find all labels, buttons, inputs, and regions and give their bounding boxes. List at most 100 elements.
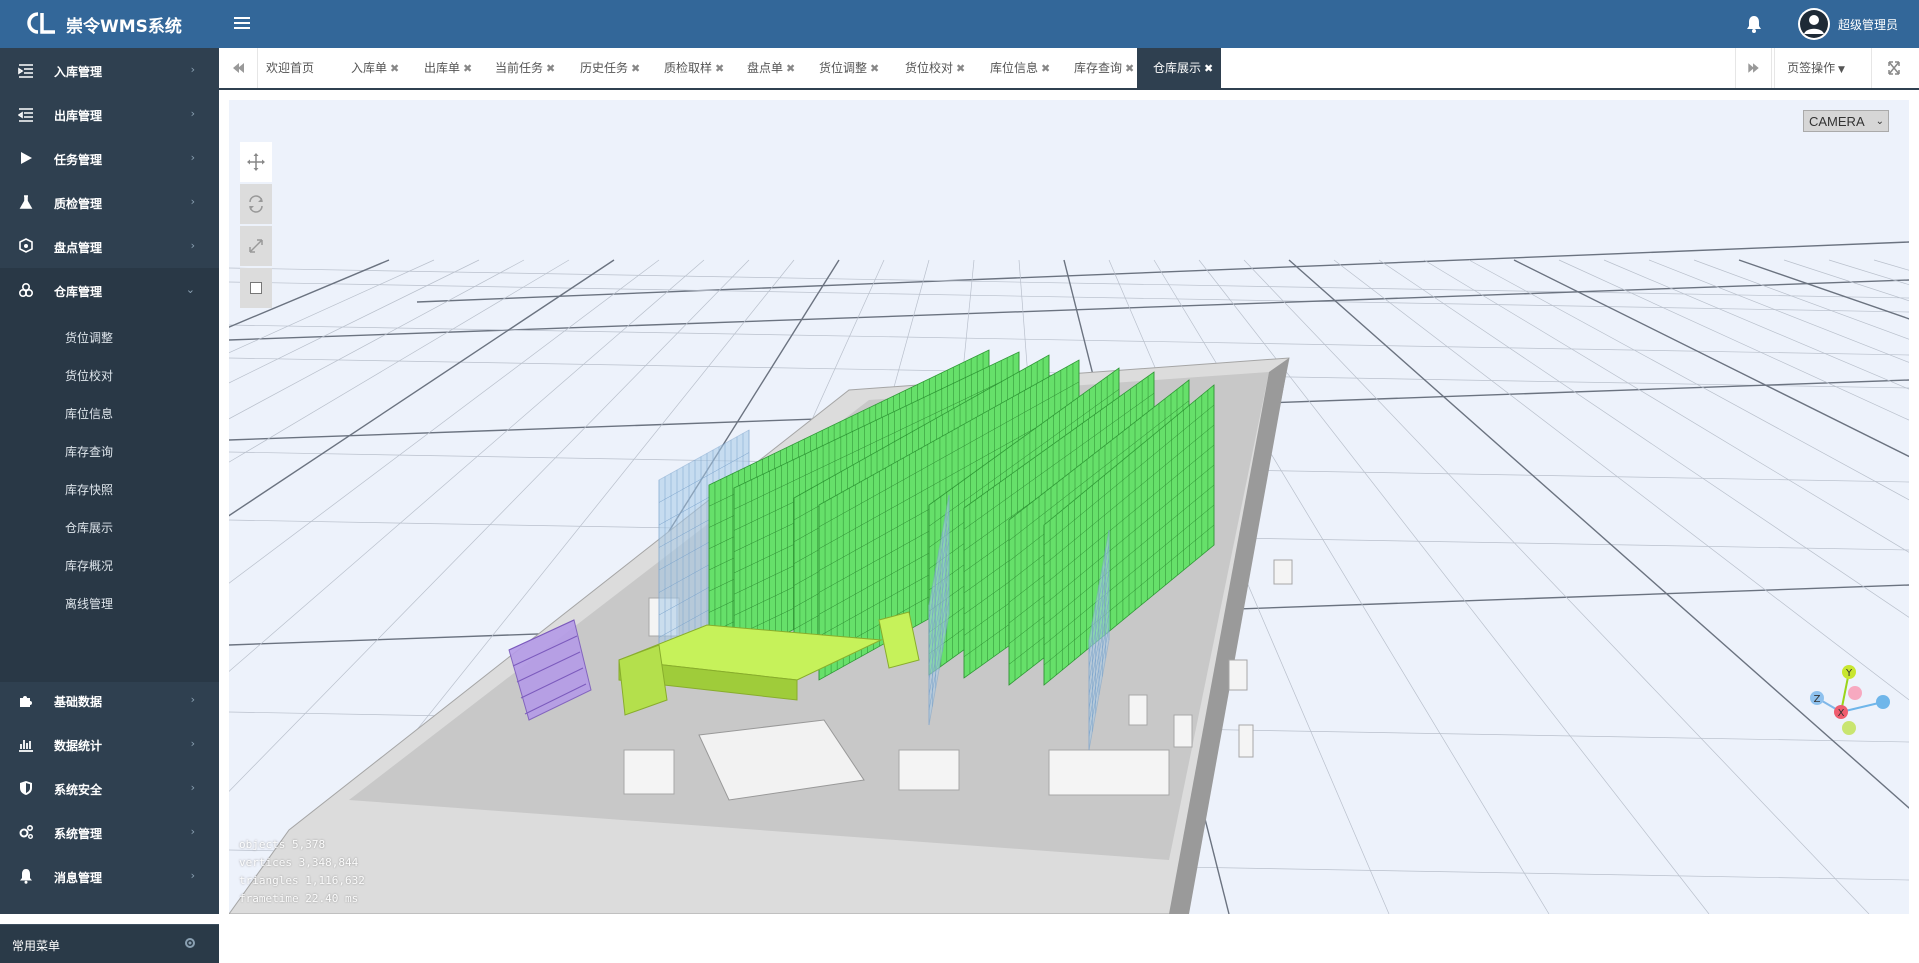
grid-line: [1738, 259, 1909, 320]
sidebar-item-4[interactable]: 质检管理 ›: [0, 180, 219, 224]
block: [1128, 694, 1148, 726]
chevron-down-icon: ⌄: [185, 283, 195, 296]
tab-5[interactable]: 质检取样 ✖: [664, 48, 724, 88]
warehouse-scene[interactable]: Y Z X: [229, 100, 1909, 914]
rotate-tool-button[interactable]: [240, 184, 272, 224]
expand-icon: [1888, 61, 1900, 75]
submenu-item-4[interactable]: 库存查询: [65, 443, 113, 460]
tab-2[interactable]: 出库单 ✖: [424, 48, 472, 88]
tab-scroll-right-button[interactable]: [1735, 48, 1775, 88]
chevron-right-icon: ›: [190, 869, 195, 882]
sidebar-item-label: 入库管理: [54, 65, 103, 79]
tab-label: 仓库展示: [1153, 61, 1202, 75]
user-avatar[interactable]: [1798, 8, 1830, 40]
submenu-item-5[interactable]: 库存快照: [65, 481, 113, 498]
tab-label: 盘点单: [747, 61, 784, 75]
favorites-bar[interactable]: 常用菜单: [0, 924, 219, 963]
move-tool-button[interactable]: [240, 142, 272, 182]
sidebar-item-8[interactable]: 数据统计 ›: [0, 722, 219, 766]
shield-icon: [20, 781, 32, 795]
local-space-toggle[interactable]: [240, 268, 272, 308]
axis-handle: [1876, 695, 1890, 709]
top-header: 崇令WMS系统 超级管理员: [0, 0, 1919, 48]
puzzle-icon: [20, 696, 32, 707]
brand: 崇令WMS系统: [0, 0, 219, 48]
submenu-item-2[interactable]: 货位校对: [65, 367, 113, 384]
close-icon[interactable]: ✖: [631, 62, 640, 75]
tab-10[interactable]: 库存查询 ✖: [1074, 48, 1134, 88]
close-icon[interactable]: ✖: [463, 62, 472, 75]
tab-label: 当前任务: [495, 61, 544, 75]
tab-home[interactable]: 欢迎首页: [266, 48, 314, 88]
submenu-item-3[interactable]: 库位信息: [65, 405, 113, 422]
tab-label: 库存查询: [1074, 61, 1123, 75]
sidebar-item-10[interactable]: 系统管理 ›: [0, 810, 219, 854]
submenu-item-1[interactable]: 货位调整: [65, 329, 113, 346]
tab-8[interactable]: 货位校对 ✖: [905, 48, 965, 88]
sidebar-item-1[interactable]: 入库管理 ›: [0, 48, 219, 92]
chevron-right-icon: ›: [190, 737, 195, 750]
tab-7[interactable]: 货位调整 ✖: [819, 48, 879, 88]
grid-line: [1378, 259, 1909, 618]
user-name[interactable]: 超级管理员: [1838, 16, 1898, 33]
axis-handle: [1848, 686, 1862, 700]
notification-bell-icon[interactable]: [1746, 15, 1762, 33]
block: [1273, 559, 1293, 585]
sidebar-item-5[interactable]: 盘点管理 ›: [0, 224, 219, 268]
axis-handle: [1842, 721, 1856, 735]
chevron-right-icon: ›: [190, 151, 195, 164]
grid-line: [1243, 259, 1870, 914]
grid-line: [1873, 259, 1909, 271]
close-icon[interactable]: ✖: [1041, 62, 1050, 75]
tab-scroll-left-button[interactable]: [219, 48, 258, 88]
warehouse-3d-viewport[interactable]: YZX CAMERA ⌄ objects 5,378 vertices 3,34…: [229, 100, 1909, 914]
sidebar-item-6[interactable]: 仓库管理 ⌄: [0, 268, 219, 312]
user-icon: [1800, 10, 1828, 38]
tab-1[interactable]: 入库单 ✖: [351, 48, 399, 88]
grid-line: [1198, 259, 1710, 914]
cubes-icon: [19, 238, 33, 253]
tab-4[interactable]: 历史任务 ✖: [580, 48, 640, 88]
rotate-icon: [249, 195, 263, 213]
close-icon[interactable]: ✖: [786, 62, 795, 75]
sidebar-item-9[interactable]: 系统安全 ›: [0, 766, 219, 810]
gear-icon[interactable]: [184, 937, 196, 949]
sidebar-item-label: 系统管理: [54, 827, 103, 841]
sidebar-item-3[interactable]: 任务管理 ›: [0, 136, 219, 180]
close-icon[interactable]: ✖: [1125, 62, 1134, 75]
sidebar-item-label: 消息管理: [54, 871, 103, 885]
tab-9[interactable]: 库位信息 ✖: [990, 48, 1050, 88]
bar-chart-icon: [19, 740, 33, 752]
tab-6[interactable]: 盘点单 ✖: [747, 48, 795, 88]
scale-tool-button[interactable]: [240, 226, 272, 266]
grid-line: [229, 281, 1909, 313]
stats-triangles: triangles 1,116,632: [239, 874, 365, 887]
submenu-item-7[interactable]: 库存概况: [65, 557, 113, 574]
sidebar-item-11[interactable]: 消息管理 ›: [0, 854, 219, 898]
outdent-list-icon: [18, 108, 33, 122]
sidebar-item-2[interactable]: 出库管理 ›: [0, 92, 219, 136]
move-arrows-icon: [247, 153, 265, 171]
menu-toggle-icon[interactable]: [234, 14, 250, 34]
submenu-item-6[interactable]: 仓库展示: [65, 519, 113, 536]
close-icon[interactable]: ✖: [870, 62, 879, 75]
sidebar-item-label: 系统安全: [54, 783, 103, 797]
submenu-item-8[interactable]: 离线管理: [65, 595, 113, 612]
tab-11[interactable]: 仓库展示 ✖: [1137, 48, 1222, 88]
tab-3[interactable]: 当前任务 ✖: [495, 48, 555, 88]
sidebar-item-label: 盘点管理: [54, 241, 103, 255]
close-icon[interactable]: ✖: [715, 62, 724, 75]
sidebar-item-7[interactable]: 基础数据 ›: [0, 678, 219, 722]
axis-gizmo[interactable]: Y Z X: [1810, 665, 1890, 735]
fullscreen-button[interactable]: [1871, 48, 1916, 88]
close-icon[interactable]: ✖: [546, 62, 555, 75]
chevron-down-icon: ⌄: [1875, 116, 1884, 127]
tab-label: 库位信息: [990, 61, 1039, 75]
close-icon[interactable]: ✖: [956, 62, 965, 75]
block: [1228, 659, 1248, 691]
close-icon[interactable]: ✖: [390, 62, 399, 75]
logo-icon: [27, 12, 55, 34]
close-icon[interactable]: ✖: [1204, 62, 1213, 75]
tab-operations-dropdown[interactable]: 页签操作 ▼: [1771, 48, 1860, 88]
camera-select[interactable]: CAMERA ⌄: [1803, 110, 1889, 132]
